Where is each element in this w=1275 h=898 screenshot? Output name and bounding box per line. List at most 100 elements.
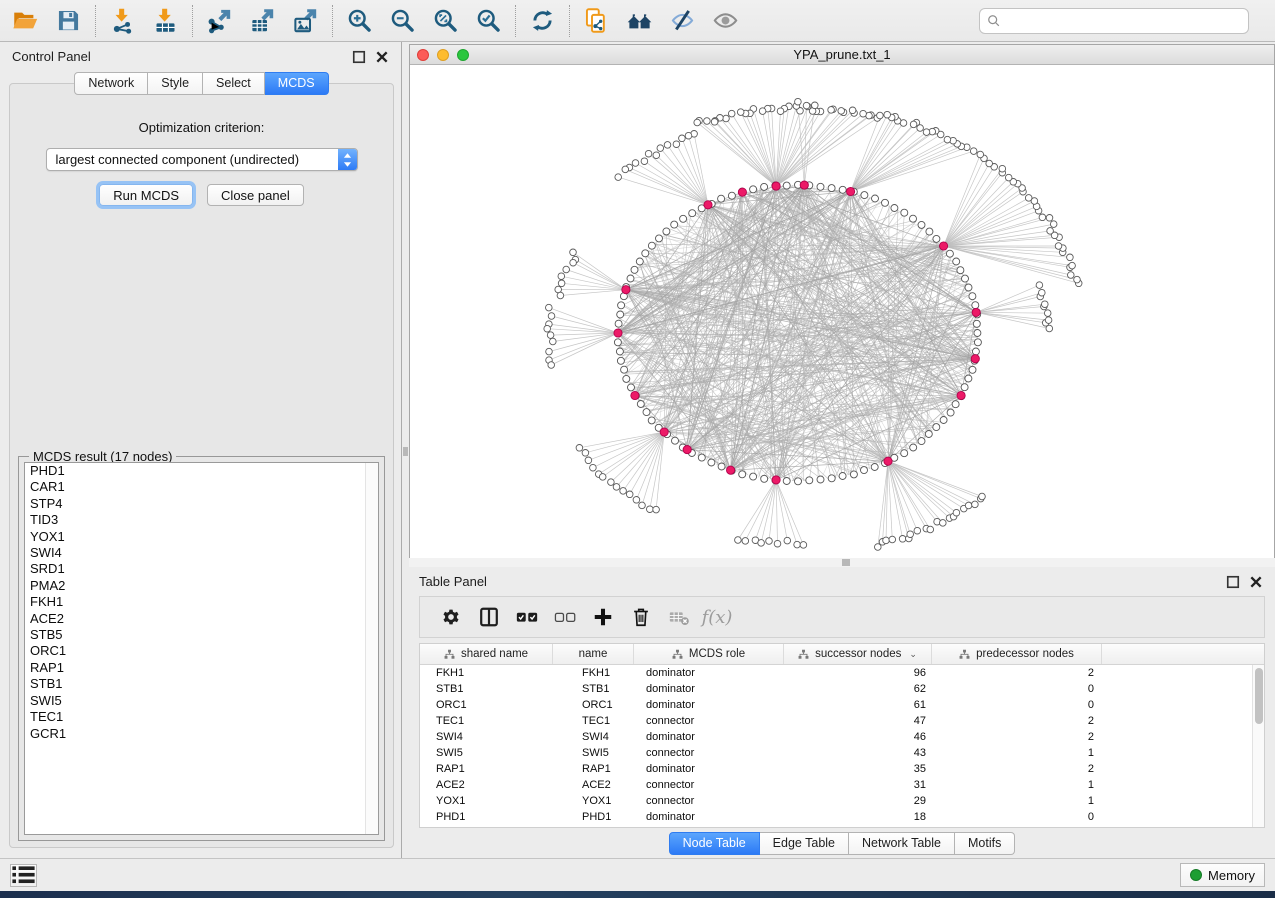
mcds-result-item[interactable]: YOX1 <box>25 529 378 545</box>
toolbar-separator <box>332 5 333 37</box>
mcds-result-item[interactable]: PMA2 <box>25 578 378 594</box>
table-row[interactable]: ORC1ORC1dominator610 <box>420 697 1264 713</box>
close-panel-button[interactable]: Close panel <box>207 184 304 206</box>
tab-select[interactable]: Select <box>203 72 265 95</box>
mcds-result-item[interactable]: SWI5 <box>25 693 378 709</box>
zoom-out-button[interactable] <box>381 4 424 38</box>
column-header-successor-nodes[interactable]: successor nodes⌄ <box>784 644 932 664</box>
hide-selected-button[interactable] <box>661 4 704 38</box>
memory-button[interactable]: Memory <box>1180 863 1265 887</box>
refresh-view-button[interactable] <box>521 4 564 38</box>
network-canvas[interactable] <box>410 65 1274 558</box>
tab-mcds[interactable]: MCDS <box>265 72 329 95</box>
table-panel-title: Table Panel <box>419 574 487 589</box>
show-all-networks-button[interactable] <box>618 4 661 38</box>
mcds-result-listbox: PHD1CAR1STP4TID3YOX1SWI4SRD1PMA2FKH1ACE2… <box>24 462 379 835</box>
table-row[interactable]: PHD1PHD1dominator180 <box>420 809 1264 825</box>
export-table-button[interactable] <box>241 4 284 38</box>
tab-style[interactable]: Style <box>148 72 203 95</box>
export-image-button[interactable] <box>284 4 327 38</box>
table-cell: dominator <box>634 665 784 681</box>
mcds-result-item[interactable]: CAR1 <box>25 479 378 495</box>
settings-gear-button[interactable] <box>432 600 470 634</box>
table-row[interactable]: STB1STB1dominator620 <box>420 681 1264 697</box>
mcds-result-item[interactable]: TEC1 <box>25 709 378 725</box>
table-row[interactable]: ACE2ACE2connector311 <box>420 777 1264 793</box>
scrollbar-thumb[interactable] <box>1255 668 1263 724</box>
import-network-button[interactable] <box>101 4 144 38</box>
vertical-splitter[interactable] <box>402 42 409 858</box>
zoom-selected-button[interactable] <box>467 4 510 38</box>
mcds-result-item[interactable]: TID3 <box>25 512 378 528</box>
zoom-out-icon <box>389 7 416 34</box>
table-row[interactable]: YOX1YOX1connector291 <box>420 793 1264 809</box>
task-history-button[interactable] <box>10 864 37 887</box>
search-input[interactable] <box>1006 14 1241 28</box>
function-builder-button[interactable]: f(x) <box>698 600 736 634</box>
column-header-shared-name[interactable]: shared name <box>420 644 553 664</box>
splitter-handle[interactable] <box>842 559 850 566</box>
zoom-in-button[interactable] <box>338 4 381 38</box>
network-titlebar[interactable]: YPA_prune.txt_1 <box>410 45 1274 65</box>
tab-network[interactable]: Network <box>74 72 148 95</box>
criterion-dropdown[interactable]: largest connected component (undirected) <box>46 148 358 171</box>
table-row[interactable]: RAP1RAP1dominator352 <box>420 761 1264 777</box>
table-cell: STB1 <box>420 681 553 697</box>
table-cell: 0 <box>932 697 1102 713</box>
houses-icon <box>626 7 653 34</box>
import-table-button[interactable] <box>144 4 187 38</box>
mcds-list-scrollbar[interactable] <box>365 463 378 834</box>
close-panel-icon[interactable] <box>1249 575 1263 589</box>
table-cell: RAP1 <box>420 761 553 777</box>
list-icon <box>11 865 36 884</box>
select-all-button[interactable] <box>508 600 546 634</box>
zoom-fit-button[interactable] <box>424 4 467 38</box>
mcds-result-item[interactable]: PHD1 <box>25 463 378 479</box>
splitter-handle[interactable] <box>403 447 408 456</box>
mcds-result-item[interactable]: ORC1 <box>25 643 378 659</box>
mcds-result-item[interactable]: GCR1 <box>25 726 378 742</box>
table-row[interactable]: SWI4SWI4dominator462 <box>420 729 1264 745</box>
node-table[interactable]: shared namenameMCDS rolesuccessor nodes⌄… <box>419 643 1265 828</box>
column-header-MCDS-role[interactable]: MCDS role <box>634 644 784 664</box>
mcds-result-item[interactable]: STB1 <box>25 676 378 692</box>
tab-network-table[interactable]: Network Table <box>849 832 955 855</box>
column-header-predecessor-nodes[interactable]: predecessor nodes <box>932 644 1102 664</box>
tab-node-table[interactable]: Node Table <box>669 832 760 855</box>
close-panel-icon[interactable] <box>375 50 389 64</box>
delete-table-button[interactable] <box>660 600 698 634</box>
table-row[interactable]: SWI5SWI5connector431 <box>420 745 1264 761</box>
export-network-button[interactable] <box>198 4 241 38</box>
tab-edge-table[interactable]: Edge Table <box>760 832 849 855</box>
table-cell: ACE2 <box>420 777 553 793</box>
add-row-button[interactable] <box>584 600 622 634</box>
delete-rows-button[interactable] <box>622 600 660 634</box>
mcds-result-item[interactable]: SRD1 <box>25 561 378 577</box>
memory-label: Memory <box>1208 868 1255 883</box>
tab-motifs[interactable]: Motifs <box>955 832 1015 855</box>
mcds-result-item[interactable]: SWI4 <box>25 545 378 561</box>
table-cell: 43 <box>784 745 932 761</box>
show-hidden-button[interactable] <box>704 4 747 38</box>
clone-network-button[interactable] <box>575 4 618 38</box>
column-header-name[interactable]: name <box>553 644 634 664</box>
open-file-button[interactable] <box>4 4 47 38</box>
mcds-result-item[interactable]: STB5 <box>25 627 378 643</box>
search-box[interactable] <box>979 8 1249 34</box>
table-row[interactable]: TEC1TEC1connector472 <box>420 713 1264 729</box>
mcds-result-item[interactable]: STP4 <box>25 496 378 512</box>
deselect-all-button[interactable] <box>546 600 584 634</box>
column-selector-button[interactable] <box>470 600 508 634</box>
table-row[interactable]: FKH1FKH1dominator962 <box>420 665 1264 681</box>
mcds-result-item[interactable]: RAP1 <box>25 660 378 676</box>
table-scrollbar[interactable] <box>1252 665 1264 827</box>
float-panel-icon[interactable] <box>1226 575 1240 589</box>
float-panel-icon[interactable] <box>352 50 366 64</box>
mcds-result-item[interactable]: FKH1 <box>25 594 378 610</box>
table-cell: dominator <box>634 681 784 697</box>
run-mcds-button[interactable]: Run MCDS <box>99 184 193 206</box>
table-cell: RAP1 <box>553 761 634 777</box>
mcds-result-item[interactable]: ACE2 <box>25 611 378 627</box>
save-session-button[interactable] <box>47 4 90 38</box>
horizontal-splitter[interactable] <box>409 558 1275 567</box>
